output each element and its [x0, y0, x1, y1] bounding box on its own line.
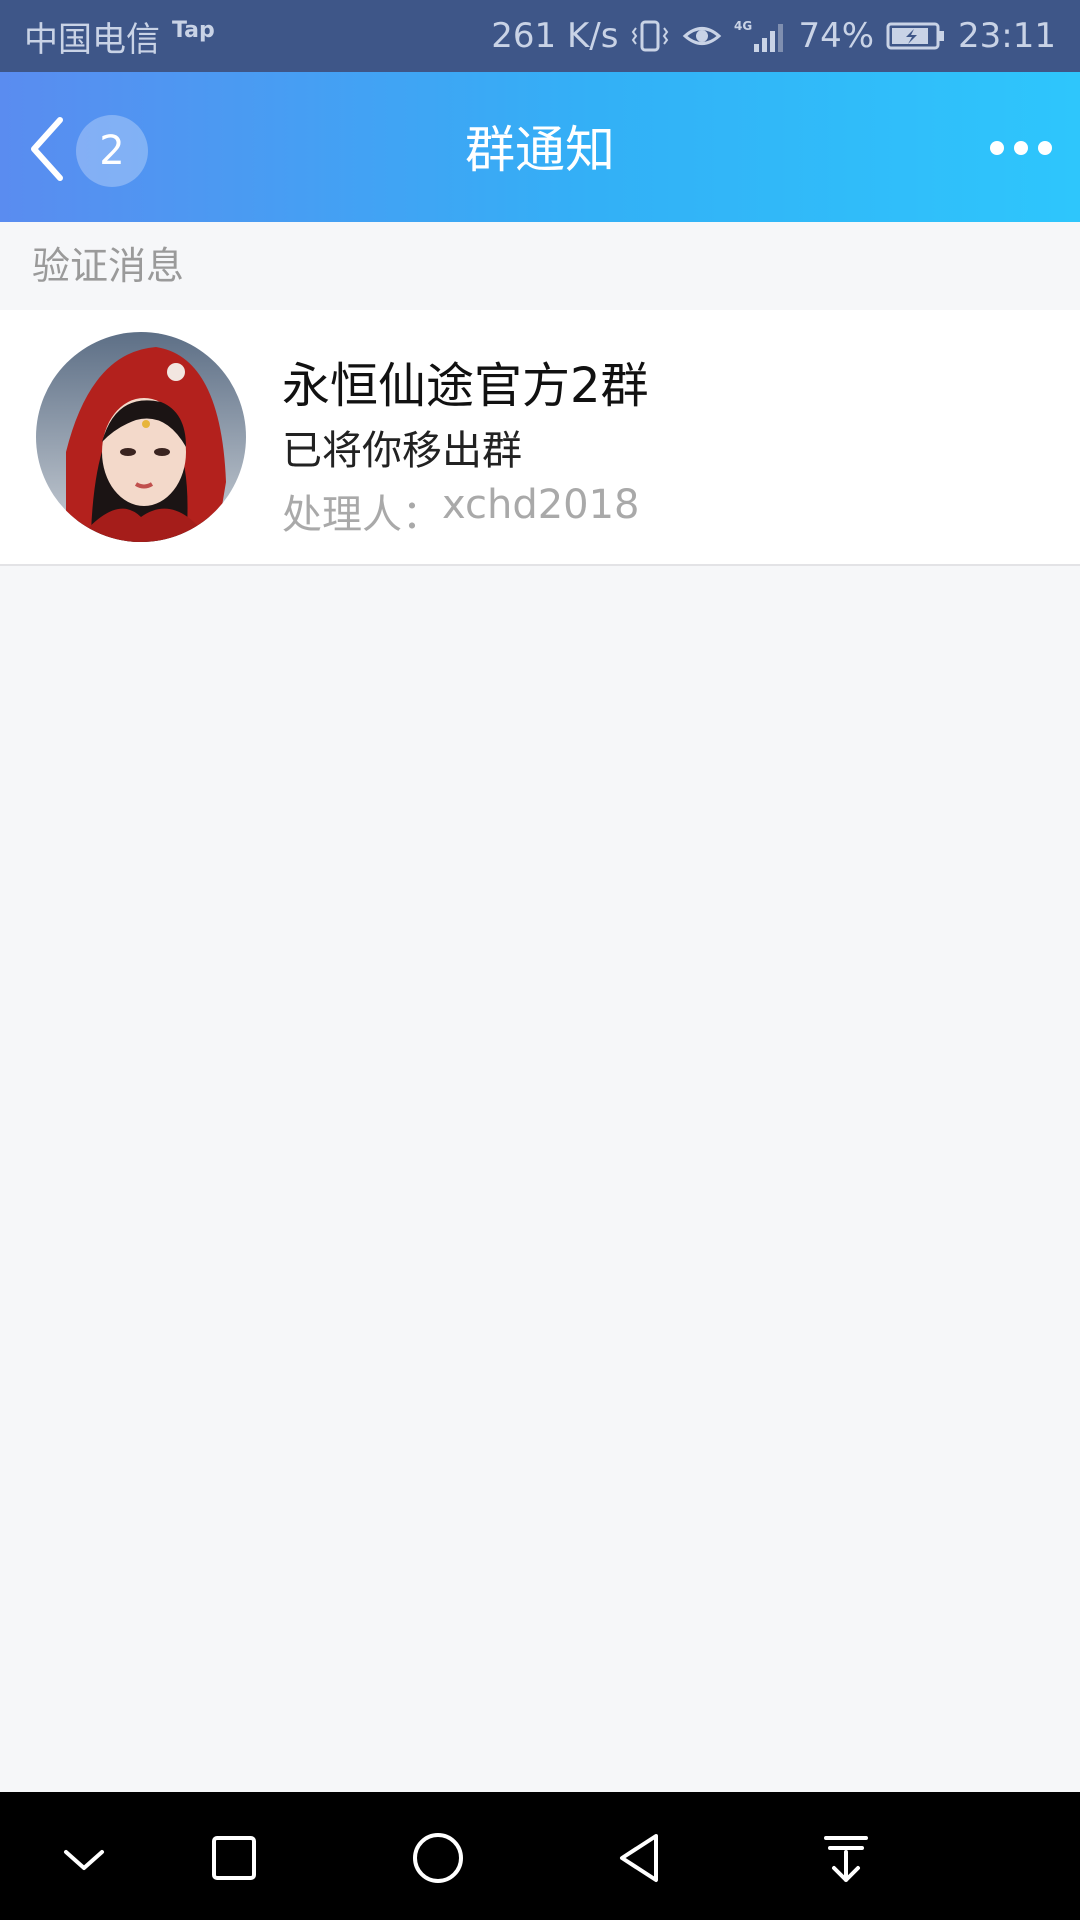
notice-action: 已将你移出群 [282, 428, 522, 474]
group-name: 永恒仙途官方2群 [282, 358, 649, 414]
carrier-tag: Tap [172, 17, 215, 43]
battery-icon [886, 19, 946, 53]
square-icon[interactable] [204, 1828, 264, 1888]
circle-icon[interactable] [408, 1828, 468, 1888]
clock: 23:11 [958, 16, 1056, 56]
net-speed: 261 K/s [491, 16, 619, 56]
vibrate-icon [630, 16, 670, 56]
avatar[interactable] [36, 332, 246, 542]
chevron-down-icon[interactable] [54, 1828, 114, 1888]
network-type-label: 4G [734, 19, 752, 33]
triangle-back-icon[interactable] [610, 1828, 670, 1888]
handler-name: xchd2018 [442, 482, 640, 528]
more-button[interactable] [986, 126, 1056, 174]
download-arrow-icon[interactable] [816, 1828, 876, 1888]
more-dots-icon [989, 138, 1053, 162]
signal-icon: 4G [734, 16, 786, 56]
list-item[interactable]: 永恒仙途官方2群 已将你移出群 处理人： xchd2018 [0, 310, 1080, 566]
page-title: 群通知 [465, 121, 615, 179]
section-header: 验证消息 [32, 244, 185, 288]
status-bar: 中国电信 Tap 261 K/s 4G 74% 23:11 [0, 0, 1080, 72]
status-bar-right: 261 K/s 4G 74% 23:11 [491, 16, 1056, 56]
battery-percent: 74% [798, 16, 875, 56]
handler-info: 处理人： xchd2018 [282, 482, 640, 540]
eye-icon [682, 16, 722, 56]
status-bar-left: 中国电信 Tap [24, 12, 215, 61]
handler-label: 处理人： [282, 492, 442, 538]
system-nav-bar [0, 1792, 1080, 1920]
carrier-name: 中国电信 [24, 19, 160, 60]
header-bar: 2 群通知 [0, 72, 1080, 222]
